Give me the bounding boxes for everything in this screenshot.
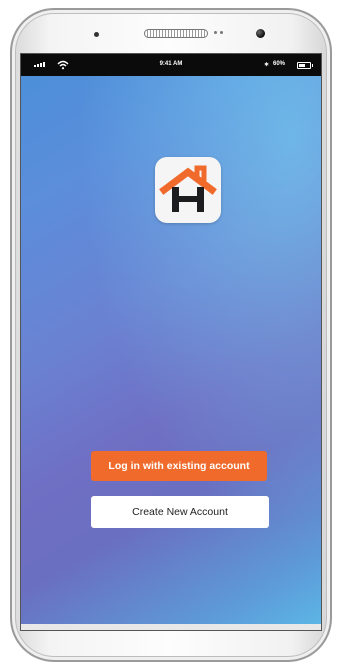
front-camera [256,29,265,38]
create-new-account-button[interactable]: Create New Account [91,496,269,528]
app-logo-graphic [159,165,217,212]
battery-icon [297,62,313,69]
sensor-dots [214,31,223,34]
navigation-bar [21,624,321,630]
login-existing-account-button[interactable]: Log in with existing account [91,451,267,481]
phone-frame: 9:41 AM ∗ 60% Log in with existing accou… [10,8,332,662]
earpiece-speaker [144,29,208,38]
phone-screen: 9:41 AM ∗ 60% [20,53,322,631]
status-bar: 9:41 AM ∗ 60% [21,54,321,76]
battery-percentage: 60% [273,61,286,67]
proximity-sensor [94,32,99,37]
bluetooth-icon: ∗ [264,62,270,68]
house-h-logo-icon [155,157,221,223]
